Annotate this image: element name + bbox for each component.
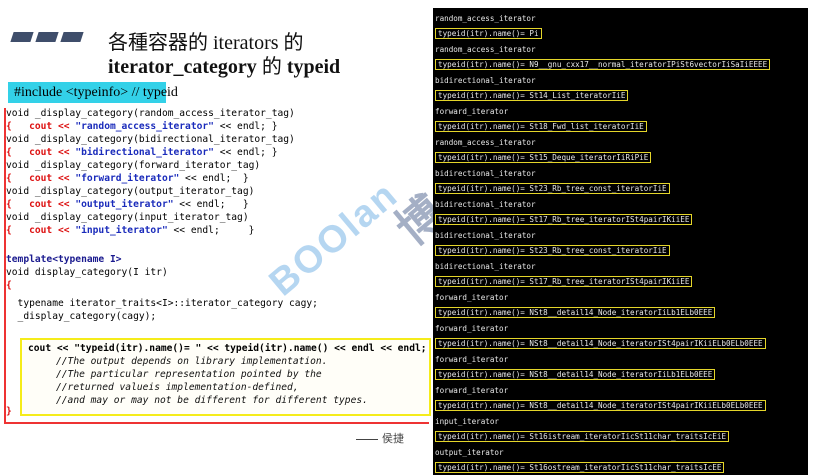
console-category: bidirectional_iterator <box>435 231 536 240</box>
console-category: bidirectional_iterator <box>435 200 536 209</box>
code-line: { cout << "output_iterator" << endl; } <box>6 199 249 210</box>
console-entry: forward_iterator typeid(itr).name()= NSt8… <box>435 355 716 382</box>
console-typeid: typeid(itr).name()= St14_List_iteratorIi… <box>435 90 629 101</box>
console-category: bidirectional_iterator <box>435 169 536 178</box>
console-entry: forward_iterator typeid(itr).name()= NSt8… <box>435 293 716 320</box>
title-bar <box>10 32 34 42</box>
console-typeid: typeid(itr).name()= St16istream_iterator… <box>435 431 730 442</box>
code-line: template<typename I> <box>6 254 122 265</box>
console-typeid: typeid(itr).name()= NSt8__detail14_Node_… <box>435 307 716 318</box>
console-typeid: typeid(itr).name()= NSt8__detail14_Node_… <box>435 400 766 411</box>
slide-title-end: typeid <box>286 56 341 78</box>
code-line: void _display_category(input_iterator_ta… <box>6 212 249 223</box>
console-entry: bidirectional_iterator typeid(itr).name()… <box>435 76 629 103</box>
code-line: { cout << "input_iterator" << endl; } <box>6 225 255 236</box>
console-typeid: typeid(itr).name()= St15_Deque_iteratorI… <box>435 152 652 163</box>
console-typeid: typeid(itr).name()= St17_Rb_tree_iterato… <box>435 276 693 287</box>
typeid-highlight-box: cout << "typeid(itr).name()= " << typeid… <box>20 338 431 416</box>
include-note: #include <typeinfo> // typeid <box>8 82 178 103</box>
code-line: cout << "typeid(itr).name()= " << typeid… <box>28 343 427 354</box>
code-line: void display_category(I itr) <box>6 267 168 278</box>
console-typeid: typeid(itr).name()= NSt8__detail14_Node_… <box>435 338 766 349</box>
code-line: { <box>6 280 12 291</box>
code-line: void _display_category(forward_iterator_… <box>6 160 261 171</box>
console-entry: output_iterator typeid(itr).name()= St16o… <box>435 448 725 475</box>
slide-title-line2: iterator_category 的 typeid <box>108 50 340 79</box>
console-typeid: typeid(itr).name()= NSt8__detail14_Node_… <box>435 369 716 380</box>
console-typeid: typeid(itr).name()= St17_Rb_tree_iterato… <box>435 214 693 225</box>
console-category: random_access_iterator <box>435 14 536 23</box>
console-category: forward_iterator <box>435 324 509 333</box>
console-entry: bidirectional_iterator typeid(itr).name()… <box>435 200 693 227</box>
slide-panel: 各種容器的 iterators 的 iterator_category 的 ty… <box>0 0 433 475</box>
title-bar <box>60 32 84 42</box>
code-comment: //returned valueis implementation-define… <box>56 382 299 393</box>
console-category: bidirectional_iterator <box>435 76 536 85</box>
slide-title-connector: 的 <box>256 56 287 78</box>
code-comment: //The particular representation pointed … <box>56 369 322 380</box>
console-entry: bidirectional_iterator typeid(itr).name()… <box>435 231 670 258</box>
code-line: { cout << "forward_iterator" << endl; } <box>6 173 249 184</box>
console-category: bidirectional_iterator <box>435 262 536 271</box>
console-category: forward_iterator <box>435 386 509 395</box>
code-listing: void _display_category(random_access_ite… <box>4 108 431 424</box>
console-category: forward_iterator <box>435 293 509 302</box>
console-typeid: typeid(itr).name()= St23_Rb_tree_const_i… <box>435 245 670 256</box>
console-entry: input_iterator typeid(itr).name()= St16is… <box>435 417 730 444</box>
console-entry: forward_iterator typeid(itr).name()= NSt8… <box>435 324 766 351</box>
code-line: _display_category(cagy); <box>6 311 157 322</box>
console-typeid: typeid(itr).name()= St18_Fwd_list_iterat… <box>435 121 647 132</box>
slide-title-term: iterator_category <box>108 56 257 78</box>
console-category: forward_iterator <box>435 107 509 116</box>
code-line: void _display_category(output_iterator_t… <box>6 186 255 197</box>
console-entry: bidirectional_iterator typeid(itr).name()… <box>435 169 670 196</box>
console-entry: random_access_iterator typeid(itr).name()… <box>435 45 771 72</box>
console-output: random_access_iterator typeid(itr).name()… <box>433 8 808 475</box>
console-typeid: typeid(itr).name()= Pi <box>435 28 542 39</box>
console-category: forward_iterator <box>435 355 509 364</box>
console-entry: forward_iterator typeid(itr).name()= NSt8… <box>435 386 766 413</box>
console-entry: forward_iterator typeid(itr).name()= St18… <box>435 107 647 134</box>
console-typeid: typeid(itr).name()= N9__gnu_cxx17__norma… <box>435 59 771 70</box>
code-line: void _display_category(random_access_ite… <box>6 108 295 119</box>
console-typeid: typeid(itr).name()= St16ostream_iterator… <box>435 462 725 473</box>
console-category: output_iterator <box>435 448 504 457</box>
console-typeid: typeid(itr).name()= St23_Rb_tree_const_i… <box>435 183 670 194</box>
console-entry: bidirectional_iterator typeid(itr).name()… <box>435 262 693 289</box>
code-line: { cout << "bidirectional_iterator" << en… <box>6 147 278 158</box>
code-line: void _display_category(bidirectional_ite… <box>6 134 295 145</box>
console-entry: random_access_iterator typeid(itr).name()… <box>435 138 652 165</box>
console-category: random_access_iterator <box>435 138 536 147</box>
code-line: { cout << "random_access_iterator" << en… <box>6 121 278 132</box>
code-comment: //and may or may not be different for di… <box>56 395 368 406</box>
console-entry: random_access_iterator typeid(itr).name()… <box>435 14 542 41</box>
title-bars-decoration <box>10 32 84 42</box>
console-category: input_iterator <box>435 417 500 426</box>
author-credit: 侯捷 <box>356 430 404 446</box>
code-comment: //The output depends on library implemen… <box>56 356 328 367</box>
console-category: random_access_iterator <box>435 45 536 54</box>
code-line: typename iterator_traits<I>::iterator_ca… <box>6 298 318 309</box>
code-line: } <box>6 406 12 417</box>
title-bar <box>35 32 59 42</box>
